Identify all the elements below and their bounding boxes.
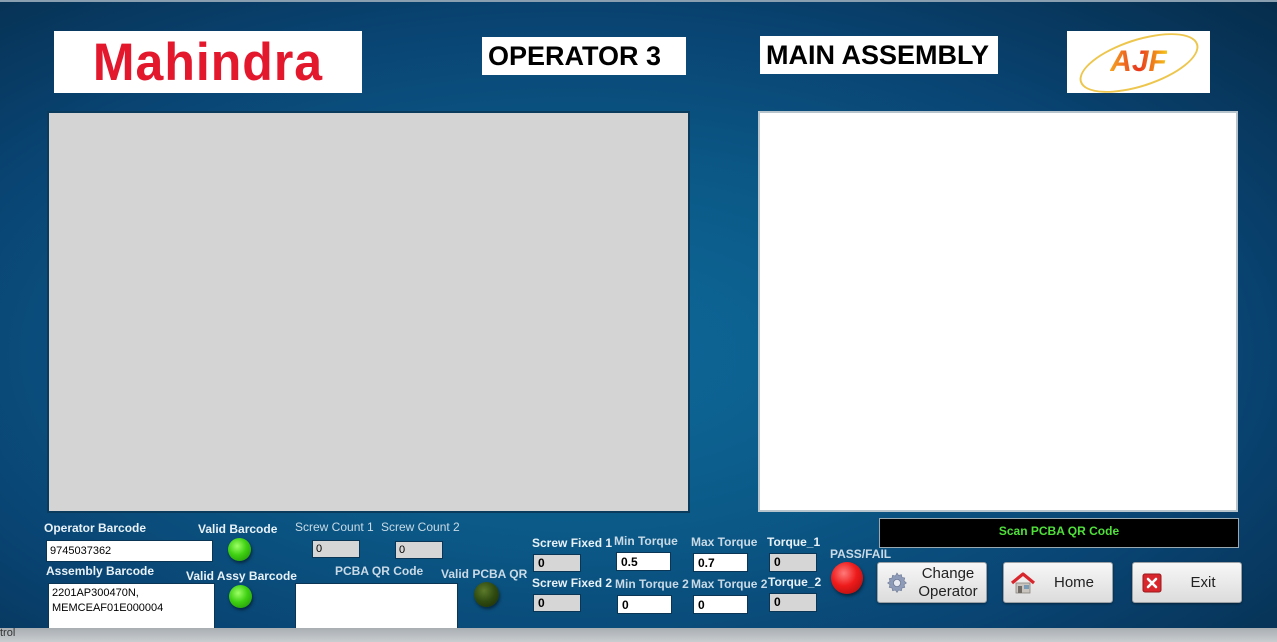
- max-torque-input[interactable]: [693, 553, 748, 572]
- torque-2-value: 0: [769, 593, 817, 612]
- max-torque-2-input[interactable]: [693, 595, 748, 614]
- min-torque-input[interactable]: [616, 552, 671, 571]
- change-operator-label-line2: Operator: [918, 582, 978, 600]
- operator-title: OPERATOR 3: [482, 37, 686, 75]
- valid-barcode-led: [228, 538, 251, 561]
- close-box-icon: [1139, 570, 1165, 596]
- operator-barcode-label: Operator Barcode: [44, 521, 147, 535]
- screw-count-1-value: 0: [312, 540, 360, 558]
- valid-assy-barcode-led: [229, 585, 252, 608]
- mahindra-logo: Mahindra: [54, 31, 362, 93]
- status-message: Scan PCBA QR Code: [879, 518, 1239, 548]
- torque-2-label: Torque_2: [768, 575, 822, 589]
- screw-fixed-1-label: Screw Fixed 1: [532, 536, 613, 550]
- home-label: Home: [1053, 573, 1094, 591]
- valid-barcode-label: Valid Barcode: [198, 522, 278, 536]
- min-torque-2-label: Min Torque 2: [615, 577, 689, 591]
- valid-pcba-qr-label: Valid PCBA QR: [441, 567, 528, 581]
- station-title: MAIN ASSEMBLY: [760, 36, 998, 74]
- change-operator-label-line1: Change: [921, 564, 975, 582]
- pass-fail-led: [831, 562, 863, 594]
- ajf-logo: AJF: [1067, 21, 1210, 105]
- gear-icon: [884, 570, 910, 596]
- home-icon: [1010, 570, 1036, 596]
- mahindra-logo-text: Mahindra: [92, 32, 324, 92]
- home-button[interactable]: Home: [1003, 562, 1113, 603]
- window-top-border: [0, 0, 1277, 2]
- min-torque-2-input[interactable]: [617, 595, 672, 614]
- min-torque-label: Min Torque: [614, 534, 678, 548]
- camera-image-display: [47, 111, 690, 513]
- pcba-qr-label: PCBA QR Code: [335, 564, 424, 578]
- screw-fixed-2-label: Screw Fixed 2: [532, 576, 613, 590]
- screw-fixed-2-value: 0: [533, 594, 581, 612]
- valid-pcba-qr-led: [474, 582, 499, 607]
- torque-1-value: 0: [769, 553, 817, 572]
- pcba-qr-input[interactable]: [295, 583, 458, 629]
- operator-barcode-input[interactable]: [46, 540, 213, 562]
- status-bar-text: trol: [0, 627, 16, 639]
- max-torque-label: Max Torque: [691, 535, 758, 549]
- valid-assy-barcode-label: Valid Assy Barcode: [186, 569, 297, 583]
- ajf-logo-orbit: [1072, 21, 1206, 105]
- max-torque-2-label: Max Torque 2: [691, 577, 768, 591]
- window-status-bar: trol: [0, 627, 1277, 642]
- assembly-barcode-input[interactable]: [48, 583, 215, 629]
- assembly-barcode-label: Assembly Barcode: [46, 564, 155, 578]
- change-operator-button[interactable]: Change Operator: [877, 562, 987, 603]
- screw-count-2-value: 0: [395, 541, 443, 559]
- reference-image-display: [758, 111, 1238, 512]
- exit-label: Exit: [1190, 573, 1216, 591]
- screw-count-1-label: Screw Count 1: [295, 520, 374, 534]
- exit-button[interactable]: Exit: [1132, 562, 1242, 603]
- pass-fail-label: PASS/FAIL: [830, 547, 892, 561]
- screw-count-2-label: Screw Count 2: [381, 520, 460, 534]
- torque-1-label: Torque_1: [767, 535, 821, 549]
- screw-fixed-1-value: 0: [533, 554, 581, 572]
